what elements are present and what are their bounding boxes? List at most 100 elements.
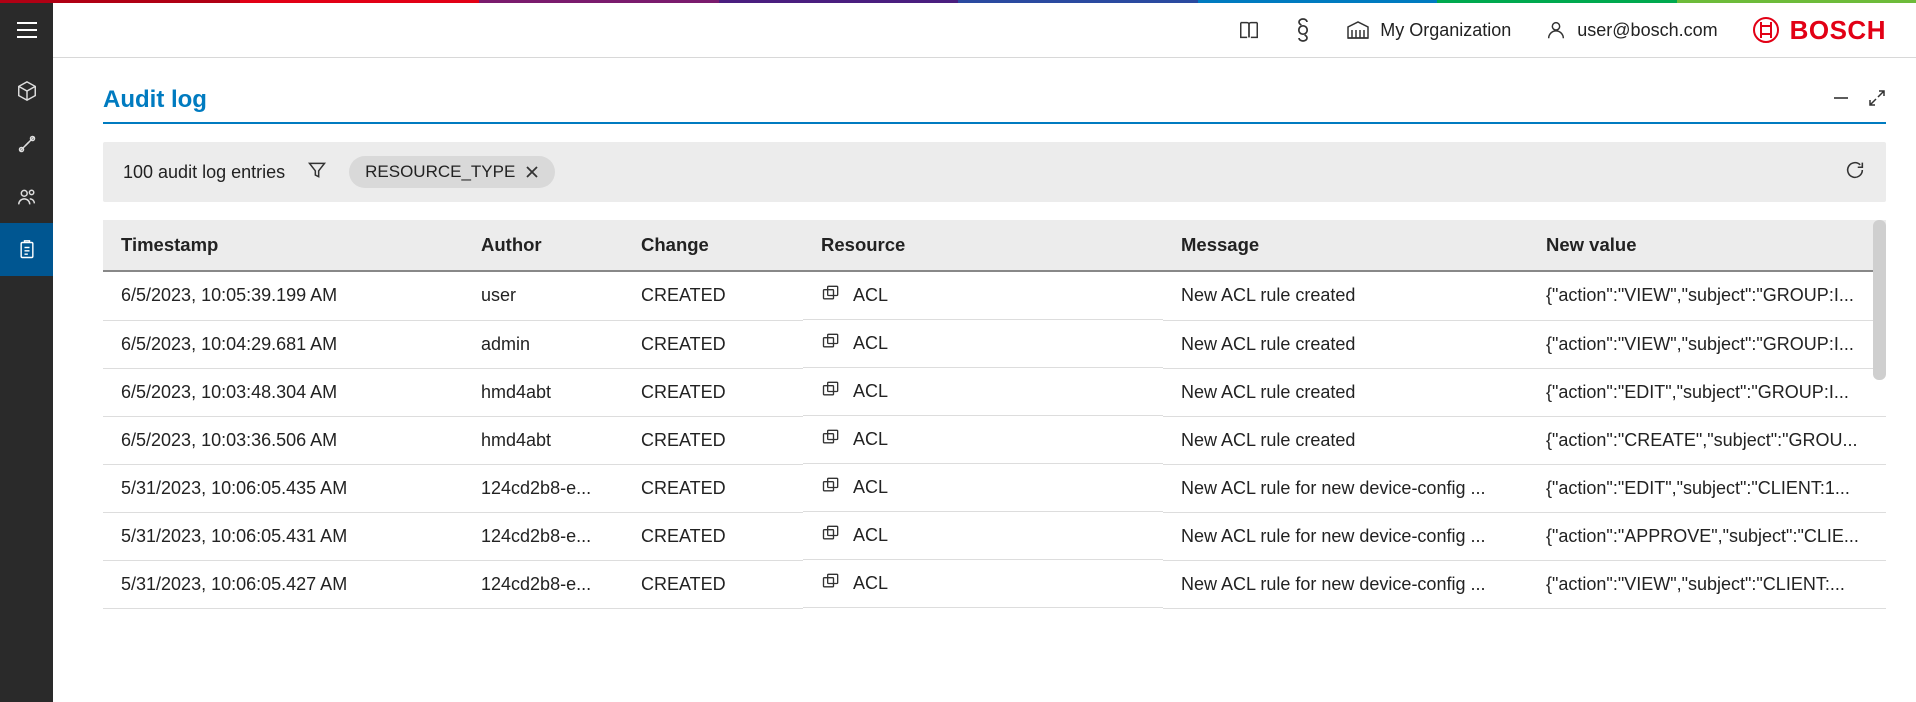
tools-icon — [16, 133, 38, 155]
filter-chip-label: RESOURCE_TYPE — [365, 162, 515, 182]
copy-icon — [821, 572, 841, 590]
cell-message: New ACL rule created — [1163, 320, 1528, 368]
cell-message: New ACL rule created — [1163, 416, 1528, 464]
cell-author: hmd4abt — [463, 416, 623, 464]
refresh-icon — [1844, 159, 1866, 181]
sidebar-item-tools[interactable] — [0, 117, 53, 170]
table-row[interactable]: 5/31/2023, 10:06:05.427 AM124cd2b8-e...C… — [103, 560, 1886, 608]
table-row[interactable]: 5/31/2023, 10:06:05.431 AM124cd2b8-e...C… — [103, 512, 1886, 560]
cube-icon — [16, 80, 38, 102]
table-row[interactable]: 6/5/2023, 10:03:36.506 AMhmd4abtCREATED A… — [103, 416, 1886, 464]
cell-change: CREATED — [623, 512, 803, 560]
user-menu[interactable]: user@bosch.com — [1545, 19, 1717, 41]
cell-timestamp: 6/5/2023, 10:03:36.506 AM — [103, 416, 463, 464]
expand-button[interactable] — [1868, 89, 1886, 112]
copy-resource-button[interactable] — [821, 524, 841, 547]
cell-resource: ACL — [803, 512, 1163, 560]
cell-message: New ACL rule created — [1163, 368, 1528, 416]
scrollbar-thumb[interactable] — [1873, 220, 1886, 380]
copy-icon — [821, 284, 841, 302]
col-timestamp[interactable]: Timestamp — [103, 220, 463, 271]
page-title: Audit log — [103, 86, 207, 114]
expand-icon — [1868, 89, 1886, 107]
col-resource[interactable]: Resource — [803, 220, 1163, 271]
cell-author: admin — [463, 320, 623, 368]
copy-resource-button[interactable] — [821, 332, 841, 355]
copy-resource-button[interactable] — [821, 428, 841, 451]
section-sign-icon — [1294, 18, 1312, 42]
menu-toggle-button[interactable] — [0, 3, 53, 56]
audit-log-table: Timestamp Author Change Resource Message… — [103, 220, 1886, 609]
cell-change: CREATED — [623, 320, 803, 368]
cell-timestamp: 5/31/2023, 10:06:05.427 AM — [103, 560, 463, 608]
filter-chip-resource-type[interactable]: RESOURCE_TYPE — [349, 156, 555, 188]
users-icon — [16, 186, 38, 208]
resource-label: ACL — [853, 477, 888, 498]
bosch-logo-icon — [1752, 16, 1780, 44]
col-message[interactable]: Message — [1163, 220, 1528, 271]
copy-resource-button[interactable] — [821, 572, 841, 595]
cell-message: New ACL rule for new device-config ... — [1163, 512, 1528, 560]
cell-message: New ACL rule for new device-config ... — [1163, 464, 1528, 512]
col-change[interactable]: Change — [623, 220, 803, 271]
minus-icon — [1832, 89, 1850, 107]
docs-button[interactable] — [1238, 19, 1260, 41]
organization-icon — [1346, 20, 1370, 40]
cell-new-value: {"action":"APPROVE","subject":"CLIE... — [1528, 512, 1886, 560]
cell-author: hmd4abt — [463, 368, 623, 416]
table-row[interactable]: 6/5/2023, 10:03:48.304 AMhmd4abtCREATEDA… — [103, 368, 1886, 416]
filter-icon — [307, 160, 327, 180]
copy-icon — [821, 332, 841, 350]
organization-link[interactable]: My Organization — [1346, 20, 1511, 41]
filter-button[interactable] — [307, 160, 327, 185]
close-icon — [525, 165, 539, 179]
user-icon — [1545, 19, 1567, 41]
panel-header: Audit log — [103, 86, 1886, 124]
cell-resource: ACL — [803, 416, 1163, 464]
table-row[interactable]: 6/5/2023, 10:04:29.681 AMadminCREATEDACL… — [103, 320, 1886, 368]
cell-author: user — [463, 271, 623, 320]
sidebar-item-devices[interactable] — [0, 64, 53, 117]
resource-label: ACL — [853, 285, 888, 306]
cell-resource: ACL — [803, 368, 1163, 416]
cell-change: CREATED — [623, 271, 803, 320]
cell-new-value: {"action":"EDIT","subject":"CLIENT:1... — [1528, 464, 1886, 512]
cell-timestamp: 6/5/2023, 10:05:39.199 AM — [103, 271, 463, 320]
copy-icon — [821, 524, 841, 542]
sidebar-item-audit-log[interactable] — [0, 223, 53, 276]
table-row[interactable]: 5/31/2023, 10:06:05.435 AM124cd2b8-e...C… — [103, 464, 1886, 512]
table-row[interactable]: 6/5/2023, 10:05:39.199 AMuserCREATED ACL N… — [103, 271, 1886, 320]
sidebar-item-users[interactable] — [0, 170, 53, 223]
copy-resource-button[interactable] — [821, 476, 841, 499]
copy-resource-button[interactable] — [821, 380, 841, 403]
brand-name: BOSCH — [1790, 15, 1886, 46]
refresh-button[interactable] — [1844, 159, 1866, 186]
cell-change: CREATED — [623, 416, 803, 464]
cell-timestamp: 6/5/2023, 10:03:48.304 AM — [103, 368, 463, 416]
copy-resource-button[interactable] — [821, 284, 841, 307]
cell-author: 124cd2b8-e... — [463, 560, 623, 608]
cell-message: New ACL rule for new device-config ... — [1163, 560, 1528, 608]
cell-resource: ACL — [803, 464, 1163, 512]
organization-label: My Organization — [1380, 20, 1511, 41]
cell-new-value: {"action":"VIEW","subject":"CLIENT:... — [1528, 560, 1886, 608]
cell-new-value: {"action":"VIEW","subject":"GROUP:I... — [1528, 320, 1886, 368]
minimize-button[interactable] — [1832, 89, 1850, 112]
left-sidebar — [0, 3, 53, 702]
cell-timestamp: 5/31/2023, 10:06:05.431 AM — [103, 512, 463, 560]
col-author[interactable]: Author — [463, 220, 623, 271]
cell-change: CREATED — [623, 560, 803, 608]
resource-label: ACL — [853, 429, 888, 450]
resource-label: ACL — [853, 573, 888, 594]
resource-label: ACL — [853, 525, 888, 546]
legal-button[interactable] — [1294, 18, 1312, 42]
book-icon — [1238, 19, 1260, 41]
cell-change: CREATED — [623, 464, 803, 512]
cell-new-value: {"action":"EDIT","subject":"GROUP:I... — [1528, 368, 1886, 416]
user-email: user@bosch.com — [1577, 20, 1717, 41]
cell-message: New ACL rule created — [1163, 271, 1528, 320]
col-new-value[interactable]: New value — [1528, 220, 1886, 271]
cell-new-value: {"action":"CREATE","subject":"GROU... — [1528, 416, 1886, 464]
brand-logo: BOSCH — [1752, 15, 1886, 46]
copy-icon — [821, 476, 841, 494]
